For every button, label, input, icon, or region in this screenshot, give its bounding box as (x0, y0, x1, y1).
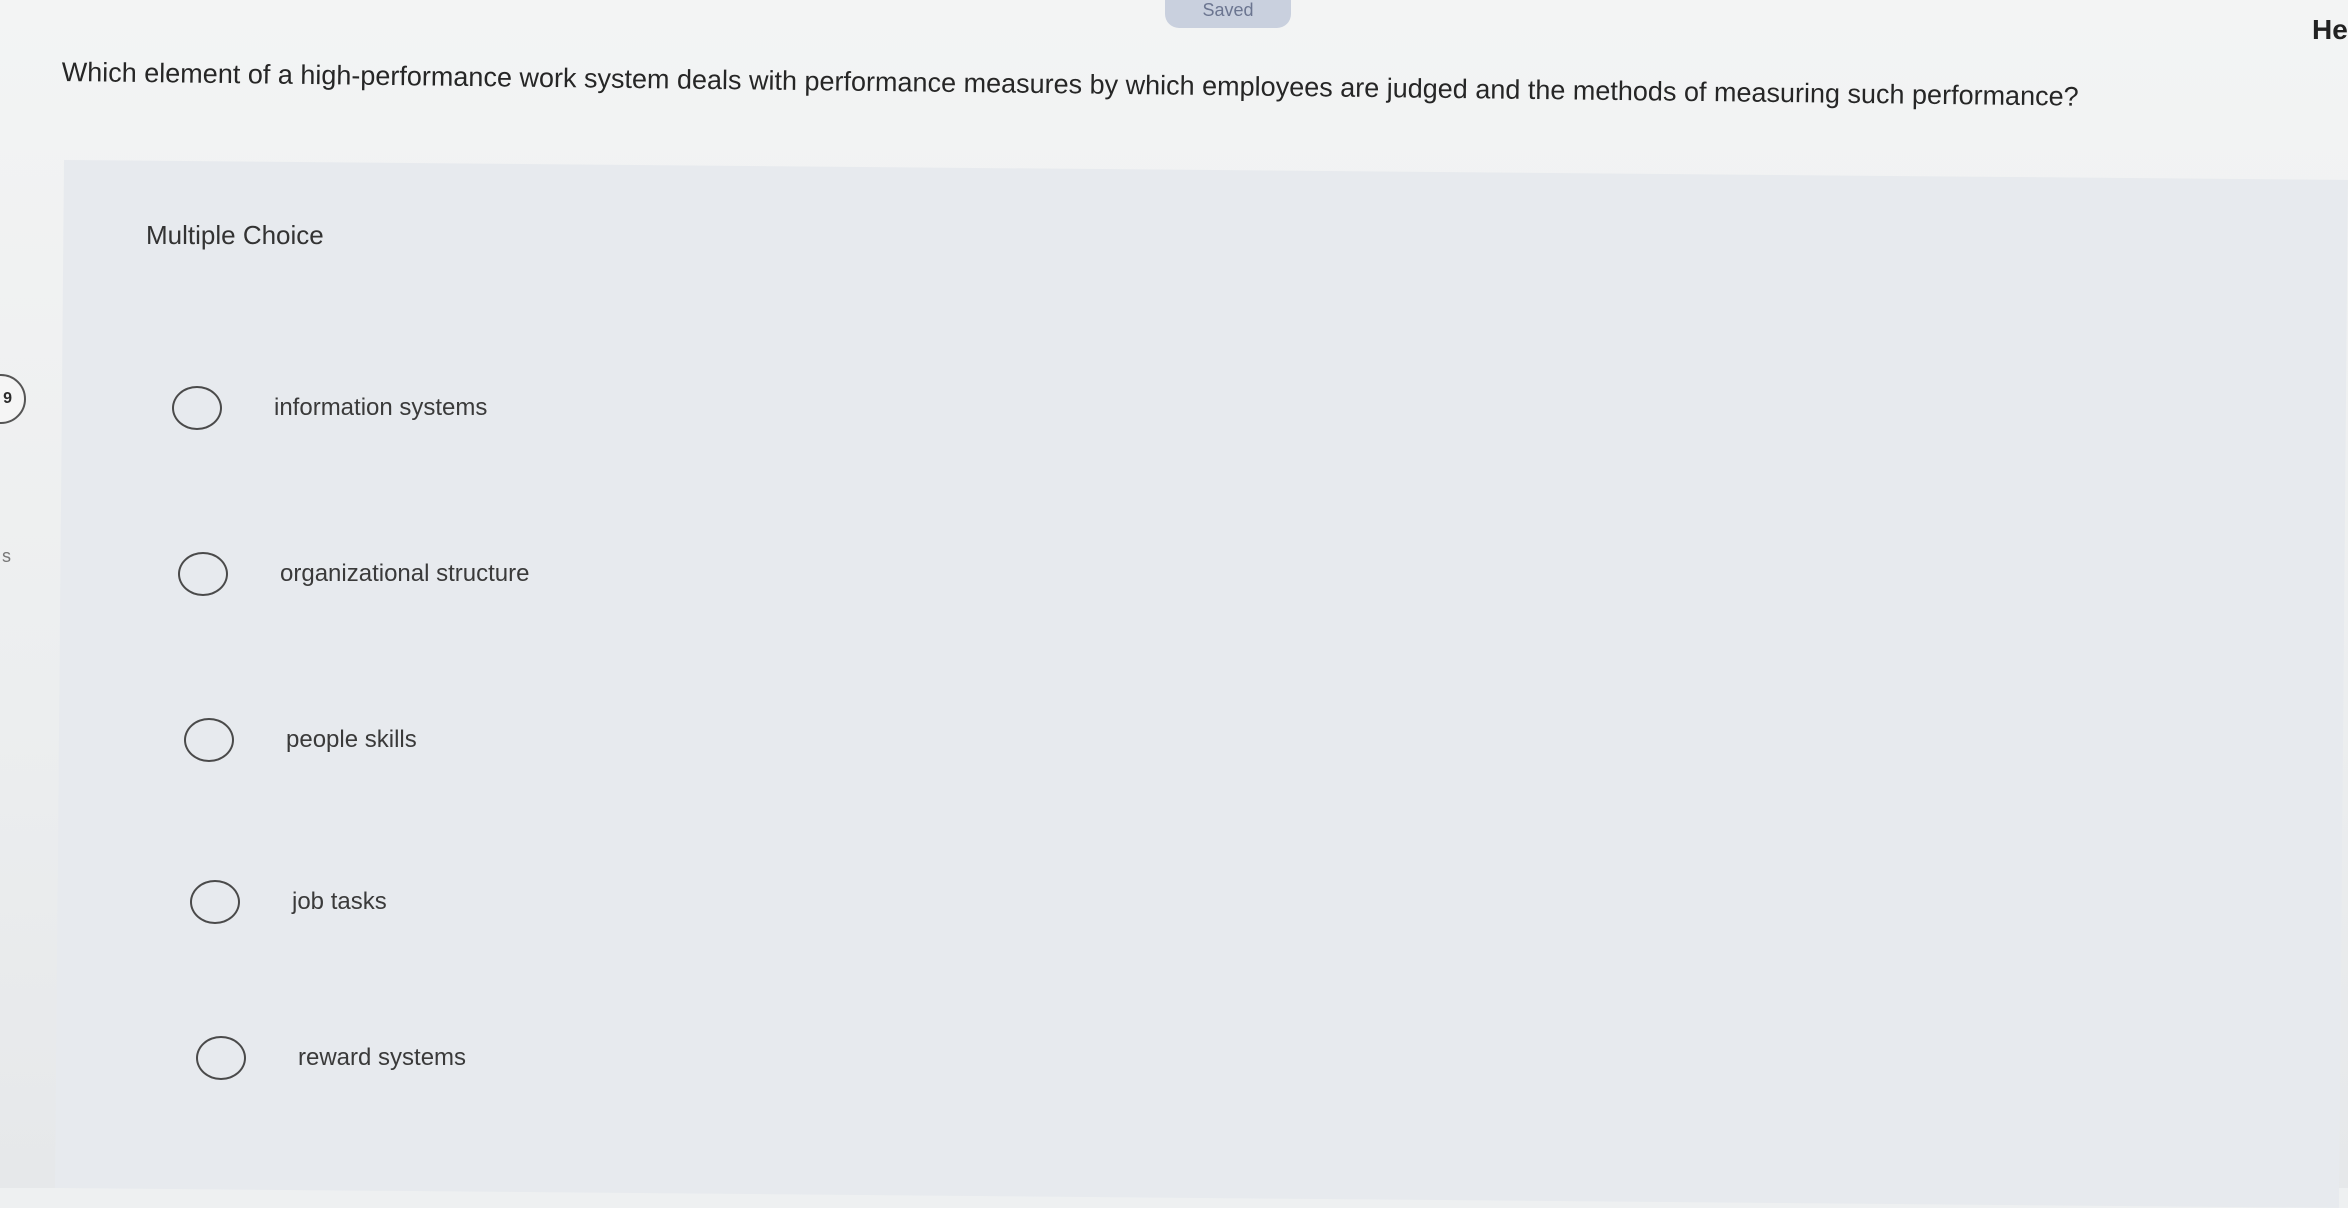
option-label: job tasks (292, 888, 387, 915)
radio-button[interactable] (196, 1036, 246, 1080)
sidebar-partial-label: s (2, 546, 11, 566)
option-label: people skills (286, 726, 417, 753)
option-information-systems[interactable]: information systems (172, 386, 487, 430)
option-reward-systems[interactable]: reward systems (196, 1036, 466, 1080)
question-number-badge[interactable]: 9 (0, 374, 26, 424)
option-people-skills[interactable]: people skills (184, 718, 417, 762)
radio-button[interactable] (184, 718, 234, 762)
option-label: reward systems (298, 1044, 467, 1071)
radio-button[interactable] (178, 552, 228, 596)
option-label: organizational structure (280, 560, 530, 587)
help-link[interactable]: He (2312, 14, 2348, 46)
page: Saved He 9 s Which element of a high-per… (0, 0, 2348, 1208)
multiple-choice-label: Multiple Choice (146, 220, 324, 250)
option-job-tasks[interactable]: job tasks (190, 880, 387, 924)
question-text: Which element of a high-performance work… (61, 56, 2079, 112)
option-organizational-structure[interactable]: organizational structure (178, 552, 529, 596)
radio-button[interactable] (172, 386, 222, 430)
saved-status-badge: Saved (1165, 0, 1291, 28)
radio-button[interactable] (190, 880, 240, 924)
option-label: information systems (274, 394, 488, 421)
